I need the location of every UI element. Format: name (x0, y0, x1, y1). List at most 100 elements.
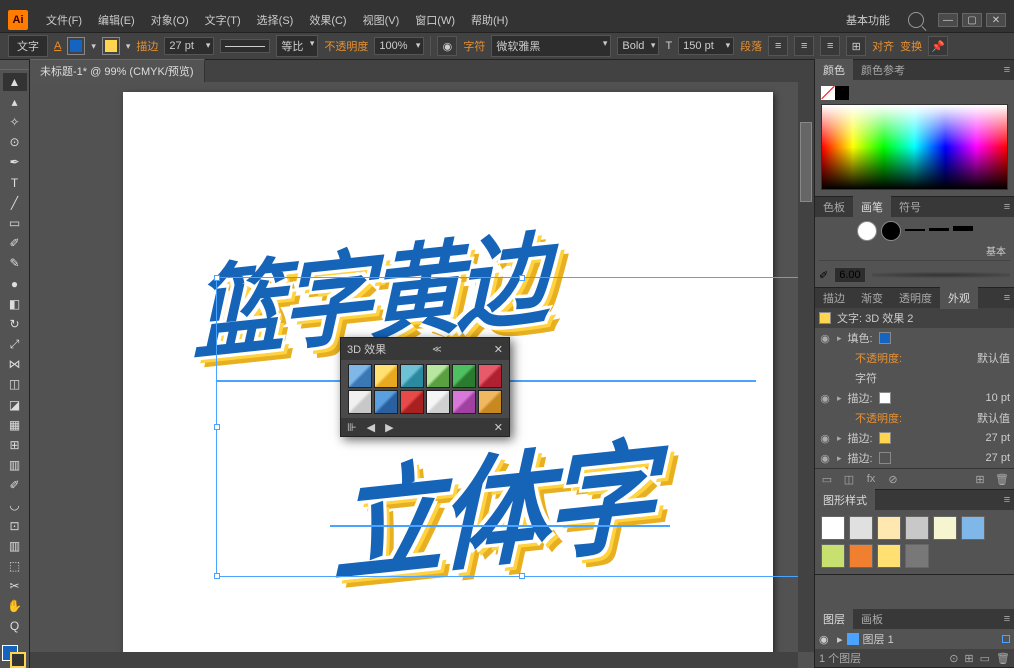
paintbrush-tool[interactable]: ✐ (3, 234, 27, 252)
menu-help[interactable]: 帮助(H) (463, 9, 516, 31)
graphic-style-swatch[interactable] (961, 516, 985, 540)
appearance-row-opacity[interactable]: 不透明度: 默认值 (815, 348, 1014, 368)
symbol-sprayer-tool[interactable]: ⊡ (3, 517, 27, 535)
new-sublayer-icon[interactable]: ⊞ (964, 652, 973, 665)
clear-icon[interactable]: ⊘ (885, 472, 901, 486)
width-tool[interactable]: ⋈ (3, 355, 27, 373)
direct-selection-tool[interactable]: ▴ (3, 93, 27, 111)
trash-icon[interactable]: 🗑 (996, 652, 1010, 665)
fill-stroke-control[interactable] (0, 645, 28, 668)
appearance-row-char[interactable]: 字符 (815, 368, 1014, 388)
stroke-link[interactable]: 描边 (136, 38, 158, 54)
none-color[interactable] (821, 86, 835, 100)
workspace-switcher[interactable]: 基本功能 (836, 9, 900, 31)
new-stroke-icon[interactable]: ◫ (841, 472, 857, 486)
library-icon[interactable]: ⊪ (347, 421, 357, 434)
stroke-profile[interactable] (220, 39, 270, 53)
lasso-tool[interactable]: ⊙ (3, 133, 27, 151)
artboard-tool[interactable]: ⬚ (3, 557, 27, 575)
menu-type[interactable]: 文字(T) (197, 9, 249, 31)
visibility-icon[interactable]: ◉ (819, 633, 833, 646)
graphic-style-swatch[interactable] (905, 516, 929, 540)
align-link[interactable]: 对齐 (872, 38, 894, 54)
black-color[interactable] (835, 86, 849, 100)
new-fill-icon[interactable]: ▭ (819, 472, 835, 486)
stroke-box[interactable] (10, 652, 26, 668)
duplicate-icon[interactable]: ⊞ (972, 472, 988, 486)
3d-style-swatch[interactable] (400, 364, 424, 388)
menu-edit[interactable]: 编辑(E) (90, 9, 143, 31)
font-size-dropdown[interactable]: 150 pt (678, 37, 734, 55)
panel-menu-icon[interactable]: ≡ (1000, 494, 1014, 506)
underline-icon[interactable]: A (54, 40, 61, 52)
menu-window[interactable]: 窗口(W) (407, 9, 463, 31)
3d-style-swatch[interactable] (374, 390, 398, 414)
visibility-icon[interactable]: ◉ (819, 452, 831, 465)
stroke-color-swatch[interactable] (879, 452, 891, 464)
menu-select[interactable]: 选择(S) (249, 9, 302, 31)
3d-style-swatch[interactable] (400, 390, 424, 414)
menu-object[interactable]: 对象(O) (143, 9, 197, 31)
horizontal-scrollbar[interactable] (30, 652, 798, 668)
opacity-link[interactable]: 不透明度 (324, 38, 368, 54)
fill-color-swatch[interactable] (879, 332, 891, 344)
graphic-style-swatch[interactable] (849, 516, 873, 540)
pen-tool[interactable]: ✒ (3, 153, 27, 171)
3d-style-swatch[interactable] (478, 364, 502, 388)
prev-icon[interactable]: ◀ (367, 421, 375, 434)
locate-icon[interactable]: ⊙ (949, 652, 958, 665)
eyedropper-tool[interactable]: ✐ (3, 476, 27, 494)
stroke-color-swatch[interactable] (879, 392, 891, 404)
rotate-tool[interactable]: ↻ (3, 315, 27, 333)
magic-wand-tool[interactable]: ✧ (3, 113, 27, 131)
pencil-tool[interactable]: ✎ (3, 254, 27, 272)
brush-swatch[interactable] (953, 221, 973, 231)
tab-appearance[interactable]: 外观 (940, 287, 978, 309)
hand-tool[interactable]: ✋ (3, 597, 27, 615)
tab-graphic-styles[interactable]: 图形样式 (815, 489, 875, 511)
close-icon[interactable]: ≪ (432, 344, 441, 355)
graphic-style-swatch[interactable] (821, 544, 845, 568)
brush-swatch[interactable] (905, 221, 925, 231)
visibility-icon[interactable]: ◉ (819, 332, 831, 345)
free-transform-tool[interactable]: ◫ (3, 375, 27, 393)
appearance-row-fill[interactable]: ◉▸ 填色: (815, 328, 1014, 348)
trash-icon[interactable]: 🗑 (994, 472, 1010, 486)
character-link[interactable]: 字符 (463, 38, 485, 54)
graphic-style-swatch[interactable] (877, 516, 901, 540)
paragraph-link[interactable]: 段落 (740, 38, 762, 54)
graphic-style-swatch[interactable] (821, 516, 845, 540)
vertical-scrollbar[interactable] (798, 82, 814, 652)
3d-style-swatch[interactable] (348, 390, 372, 414)
graphic-style-swatch[interactable] (877, 544, 901, 568)
perspective-tool[interactable]: ▦ (3, 416, 27, 434)
panel-menu-icon[interactable]: ≡ (1000, 64, 1014, 76)
tab-transparency[interactable]: 透明度 (891, 287, 940, 309)
appearance-row-stroke3[interactable]: ◉▸ 描边: 27 pt (815, 448, 1014, 468)
align-left-icon[interactable]: ≡ (768, 36, 788, 56)
3d-style-swatch[interactable] (426, 364, 450, 388)
align-center-icon[interactable]: ≡ (794, 36, 814, 56)
layer-row[interactable]: ◉ ▸ 图层 1 (815, 629, 1014, 649)
shape-builder-tool[interactable]: ◪ (3, 395, 27, 413)
slice-tool[interactable]: ✂ (3, 577, 27, 595)
menu-file[interactable]: 文件(F) (38, 9, 90, 31)
visibility-icon[interactable]: ◉ (819, 432, 831, 445)
transform-link[interactable]: 变换 (900, 38, 922, 54)
visibility-icon[interactable]: ◉ (819, 392, 831, 405)
fill-swatch[interactable] (67, 37, 85, 55)
appearance-row-opacity2[interactable]: 不透明度: 默认值 (815, 408, 1014, 428)
rectangle-tool[interactable]: ▭ (3, 214, 27, 232)
brush-swatch[interactable] (857, 221, 877, 241)
align-right-icon[interactable]: ≡ (820, 36, 840, 56)
mesh-tool[interactable]: ⊞ (3, 436, 27, 454)
maximize-button[interactable]: ▢ (962, 13, 982, 27)
floating-3d-panel[interactable]: 3D 效果 ≪ ✕ ⊪ ◀ ▶ ✕ (340, 337, 510, 437)
stroke-weight-dropdown[interactable]: 27 pt (164, 37, 214, 55)
close-button[interactable]: ✕ (986, 13, 1006, 27)
font-family-dropdown[interactable]: 微软雅黑 (491, 35, 611, 57)
layer-name[interactable]: 图层 1 (863, 631, 894, 647)
tab-symbols[interactable]: 符号 (891, 196, 929, 218)
font-weight-dropdown[interactable]: Bold (617, 37, 659, 55)
blend-tool[interactable]: ◡ (3, 496, 27, 514)
